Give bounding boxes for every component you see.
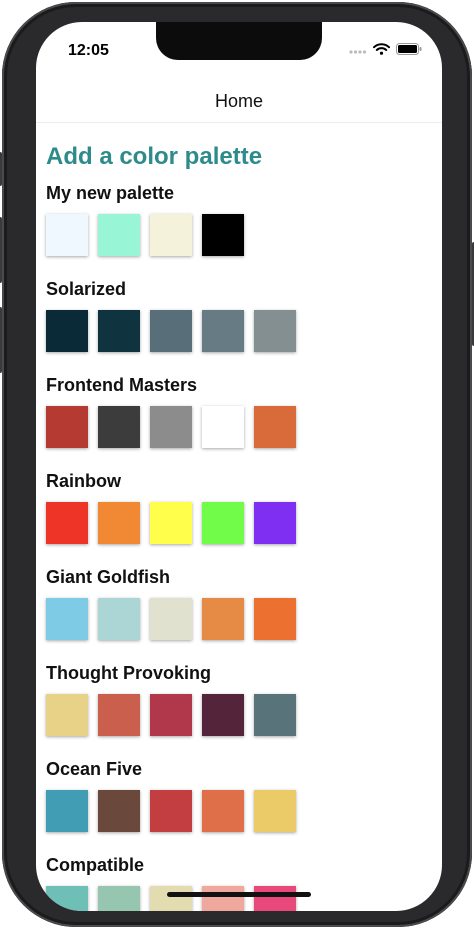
palette-item[interactable]: Rainbow xyxy=(46,470,442,544)
volume-up-button xyxy=(0,217,2,283)
palette-item[interactable]: Compatible xyxy=(46,854,442,911)
color-swatch xyxy=(46,310,88,352)
color-swatch xyxy=(98,598,140,640)
battery-icon xyxy=(396,43,422,55)
palette-swatches xyxy=(46,790,442,832)
navigation-bar: Home xyxy=(36,80,442,123)
cellular-signal-icon xyxy=(349,50,367,54)
color-swatch xyxy=(98,502,140,544)
palette-swatches xyxy=(46,502,442,544)
color-swatch xyxy=(46,886,88,911)
palette-list[interactable]: Add a color palette My new palette Solari… xyxy=(46,142,442,911)
color-swatch xyxy=(150,502,192,544)
color-swatch xyxy=(150,214,192,256)
color-swatch xyxy=(150,694,192,736)
color-swatch xyxy=(254,598,296,640)
color-swatch xyxy=(254,790,296,832)
color-swatch xyxy=(46,694,88,736)
status-icons xyxy=(349,43,422,55)
screen: 12:05 Home Add a color palette My new pa… xyxy=(36,22,442,911)
palette-name: Ocean Five xyxy=(46,759,143,779)
palette-name: Giant Goldfish xyxy=(46,567,170,587)
palette-swatches xyxy=(46,694,442,736)
palette-name: Compatible xyxy=(46,855,145,875)
palette-item[interactable]: My new palette xyxy=(46,182,442,256)
palette-swatches xyxy=(46,310,442,352)
color-swatch xyxy=(98,310,140,352)
color-swatch xyxy=(98,790,140,832)
color-swatch xyxy=(98,214,140,256)
color-swatch xyxy=(202,694,244,736)
status-time: 12:05 xyxy=(68,42,109,59)
palette-item[interactable]: Frontend Masters xyxy=(46,374,442,448)
color-swatch xyxy=(150,886,192,911)
palettes-container: My new palette Solarized Frontend Masters R… xyxy=(46,182,442,911)
color-swatch xyxy=(202,886,244,911)
notch xyxy=(156,22,322,60)
palette-name: Rainbow xyxy=(46,471,121,491)
home-indicator[interactable] xyxy=(167,892,311,897)
palette-swatches xyxy=(46,214,442,256)
add-color-palette-button[interactable]: Add a color palette xyxy=(46,142,442,172)
color-swatch xyxy=(254,310,296,352)
color-swatch xyxy=(46,214,88,256)
volume-down-button xyxy=(0,307,2,373)
color-swatch xyxy=(202,214,244,256)
palette-swatches xyxy=(46,886,442,911)
mute-switch xyxy=(0,152,2,186)
color-swatch xyxy=(254,406,296,448)
color-swatch xyxy=(98,694,140,736)
color-swatch xyxy=(98,406,140,448)
color-swatch xyxy=(202,790,244,832)
color-swatch xyxy=(150,406,192,448)
color-swatch xyxy=(202,598,244,640)
color-swatch xyxy=(202,310,244,352)
color-swatch xyxy=(254,694,296,736)
palette-item[interactable]: Giant Goldfish xyxy=(46,566,442,640)
palette-swatches xyxy=(46,598,442,640)
color-swatch xyxy=(46,406,88,448)
color-swatch xyxy=(254,502,296,544)
color-swatch xyxy=(202,502,244,544)
palette-swatches xyxy=(46,406,442,448)
palette-item[interactable]: Thought Provoking xyxy=(46,662,442,736)
color-swatch xyxy=(150,310,192,352)
color-swatch xyxy=(150,598,192,640)
palette-name: Thought Provoking xyxy=(46,663,211,683)
color-swatch xyxy=(46,790,88,832)
wifi-icon xyxy=(373,43,390,55)
palette-name: Solarized xyxy=(46,279,127,299)
palette-item[interactable]: Ocean Five xyxy=(46,758,442,832)
nav-title: Home xyxy=(214,90,263,111)
palette-item[interactable]: Solarized xyxy=(46,278,442,352)
color-swatch xyxy=(46,598,88,640)
palette-name: Frontend Masters xyxy=(46,375,198,395)
color-swatch xyxy=(98,886,140,911)
color-swatch xyxy=(202,406,244,448)
palette-name: My new palette xyxy=(46,183,175,203)
color-swatch xyxy=(46,502,88,544)
phone-frame: 12:05 Home Add a color palette My new pa… xyxy=(0,2,474,927)
color-swatch xyxy=(254,886,296,911)
color-swatch xyxy=(150,790,192,832)
